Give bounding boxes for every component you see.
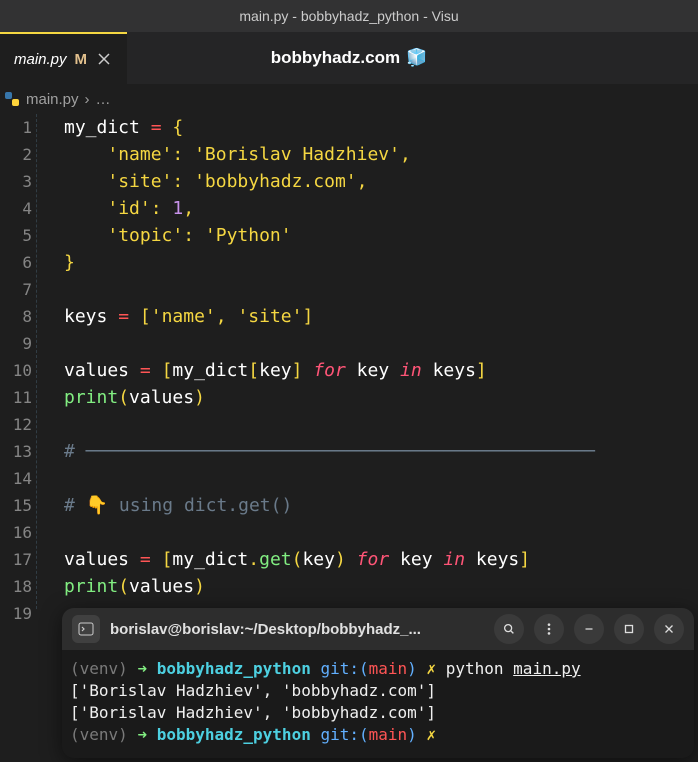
code-area[interactable]: my_dict = { 'name': 'Borislav Hadzhiev',… xyxy=(42,114,698,609)
terminal-line: ['Borislav Hadzhiev', 'bobbyhadz.com'] xyxy=(70,702,686,724)
code-line[interactable]: 'id': 1, xyxy=(64,195,698,222)
breadcrumb[interactable]: main.py › … xyxy=(0,84,698,114)
tab-filename: main.py xyxy=(14,51,67,68)
close-icon[interactable] xyxy=(95,50,113,68)
terminal-line: (venv) ➜ bobbyhadz_python git:(main) ✗ xyxy=(70,724,686,746)
watermark-text: bobbyhadz.com xyxy=(271,48,400,68)
line-number: 12 xyxy=(0,411,32,438)
line-number: 6 xyxy=(0,249,32,276)
maximize-icon[interactable] xyxy=(614,614,644,644)
minimize-icon[interactable] xyxy=(574,614,604,644)
code-line[interactable]: values = [my_dict.get(key) for key in ke… xyxy=(64,546,698,573)
window-titlebar: main.py - bobbyhadz_python - Visu xyxy=(0,0,698,32)
breadcrumb-file: main.py xyxy=(26,91,79,108)
code-line[interactable] xyxy=(64,330,698,357)
code-editor[interactable]: 12345678910111213141516171819 my_dict = … xyxy=(0,114,698,609)
code-line[interactable] xyxy=(64,276,698,303)
code-line[interactable]: my_dict = { xyxy=(64,114,698,141)
terminal-body[interactable]: (venv) ➜ bobbyhadz_python git:(main) ✗ p… xyxy=(62,650,694,758)
line-number: 3 xyxy=(0,168,32,195)
line-number: 19 xyxy=(0,600,32,627)
line-number: 5 xyxy=(0,222,32,249)
menu-icon[interactable] xyxy=(534,614,564,644)
line-number: 2 xyxy=(0,141,32,168)
code-line[interactable]: keys = ['name', 'site'] xyxy=(64,303,698,330)
code-line[interactable] xyxy=(64,465,698,492)
code-line[interactable]: 'name': 'Borislav Hadzhiev', xyxy=(64,141,698,168)
code-line[interactable]: # 👇 using dict.get() xyxy=(64,492,698,519)
line-number-gutter: 12345678910111213141516171819 xyxy=(0,114,36,609)
line-number: 10 xyxy=(0,357,32,384)
code-line[interactable]: print(values) xyxy=(64,384,698,411)
breadcrumb-sep: › xyxy=(85,91,90,108)
close-icon[interactable] xyxy=(654,614,684,644)
terminal-line: (venv) ➜ bobbyhadz_python git:(main) ✗ p… xyxy=(70,658,686,680)
code-line[interactable]: 'topic': 'Python' xyxy=(64,222,698,249)
code-line[interactable]: print(values) xyxy=(64,573,698,600)
line-number: 18 xyxy=(0,573,32,600)
code-line[interactable]: # ──────────────────────────────────────… xyxy=(64,438,698,465)
line-number: 13 xyxy=(0,438,32,465)
tab-main-py[interactable]: main.py M xyxy=(0,32,127,84)
ice-cube-icon: 🧊 xyxy=(406,48,427,68)
terminal-line: ['Borislav Hadzhiev', 'bobbyhadz.com'] xyxy=(70,680,686,702)
line-number: 4 xyxy=(0,195,32,222)
code-line[interactable] xyxy=(64,411,698,438)
window-title: main.py - bobbyhadz_python - Visu xyxy=(239,8,458,24)
line-number: 8 xyxy=(0,303,32,330)
line-number: 9 xyxy=(0,330,32,357)
line-number: 16 xyxy=(0,519,32,546)
code-line[interactable]: values = [my_dict[key] for key in keys] xyxy=(64,357,698,384)
search-icon[interactable] xyxy=(494,614,524,644)
breadcrumb-more: … xyxy=(96,91,111,108)
code-line[interactable] xyxy=(64,519,698,546)
watermark: bobbyhadz.com 🧊 xyxy=(271,48,428,68)
tab-modified-indicator: M xyxy=(75,51,88,68)
terminal-app-icon xyxy=(72,615,100,643)
terminal-title: borislav@borislav:~/Desktop/bobbyhadz_..… xyxy=(110,621,484,638)
line-number: 1 xyxy=(0,114,32,141)
code-line[interactable]: 'site': 'bobbyhadz.com', xyxy=(64,168,698,195)
line-number: 15 xyxy=(0,492,32,519)
indent-guide xyxy=(36,114,42,609)
line-number: 14 xyxy=(0,465,32,492)
line-number: 7 xyxy=(0,276,32,303)
terminal-window: borislav@borislav:~/Desktop/bobbyhadz_..… xyxy=(62,608,694,758)
line-number: 17 xyxy=(0,546,32,573)
terminal-titlebar[interactable]: borislav@borislav:~/Desktop/bobbyhadz_..… xyxy=(62,608,694,650)
tab-bar: main.py M bobbyhadz.com 🧊 xyxy=(0,32,698,84)
python-file-icon xyxy=(4,91,20,107)
line-number: 11 xyxy=(0,384,32,411)
code-line[interactable]: } xyxy=(64,249,698,276)
